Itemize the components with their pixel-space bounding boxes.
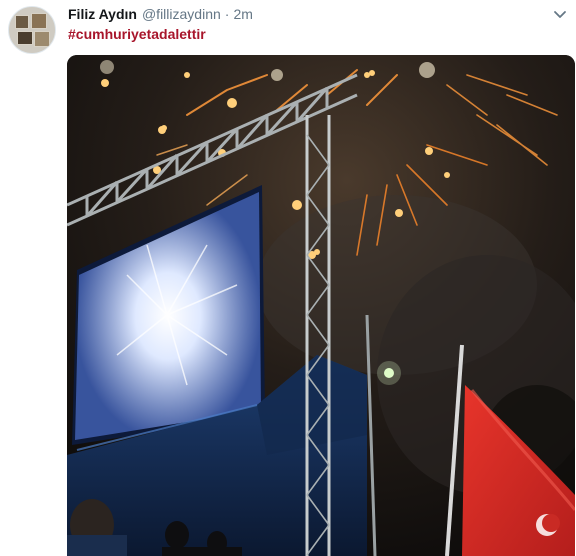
tweet-timestamp[interactable]: 2m (233, 6, 252, 22)
separator-dot: · (224, 6, 230, 22)
avatar-photo-frame (31, 13, 47, 29)
chevron-down-icon[interactable] (552, 8, 568, 22)
fireworks-photo (67, 55, 575, 556)
tweet-photo[interactable] (67, 55, 575, 556)
avatar-photo-frame (17, 31, 33, 45)
tweet-card[interactable]: Filiz Aydın @fillizaydinn · 2m #cumhuriy… (0, 0, 576, 556)
author-handle[interactable]: @fillizaydinn (142, 6, 221, 22)
avatar-photo-frame (15, 15, 29, 29)
avatar[interactable] (8, 6, 56, 54)
tweet-header: Filiz Aydın @fillizaydinn · 2m (68, 6, 253, 26)
author-name[interactable]: Filiz Aydın (68, 6, 137, 22)
hashtag-link[interactable]: #cumhuriyetadalettir (68, 26, 206, 42)
avatar-photo-frame (34, 31, 50, 47)
